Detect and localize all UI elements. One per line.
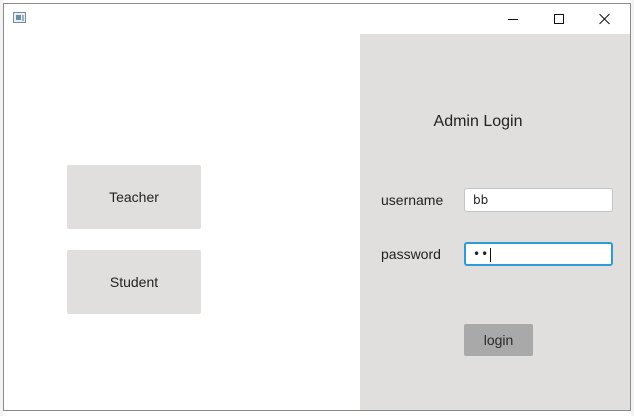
password-label: password — [381, 246, 441, 262]
app-icon — [13, 12, 26, 23]
minimize-icon — [508, 18, 518, 20]
role-selection-pane: Teacher Student — [4, 34, 360, 410]
maximize-icon — [554, 14, 564, 24]
title-bar — [4, 4, 630, 34]
teacher-button[interactable]: Teacher — [67, 165, 201, 229]
close-icon — [599, 13, 611, 25]
admin-login-pane: Admin Login username bb password •• logi… — [360, 34, 630, 410]
minimize-button[interactable] — [490, 4, 536, 34]
username-label: username — [381, 192, 444, 208]
close-button[interactable] — [582, 4, 628, 34]
username-input[interactable]: bb — [464, 188, 613, 212]
admin-login-title: Admin Login — [433, 113, 523, 130]
maximize-button[interactable] — [536, 4, 582, 34]
text-caret — [490, 247, 492, 262]
login-button[interactable]: login — [464, 324, 533, 356]
password-input[interactable]: •• — [464, 242, 613, 266]
password-value: •• — [473, 247, 490, 261]
student-button[interactable]: Student — [67, 250, 201, 314]
app-window: Teacher Student Admin Login username bb … — [3, 3, 631, 411]
